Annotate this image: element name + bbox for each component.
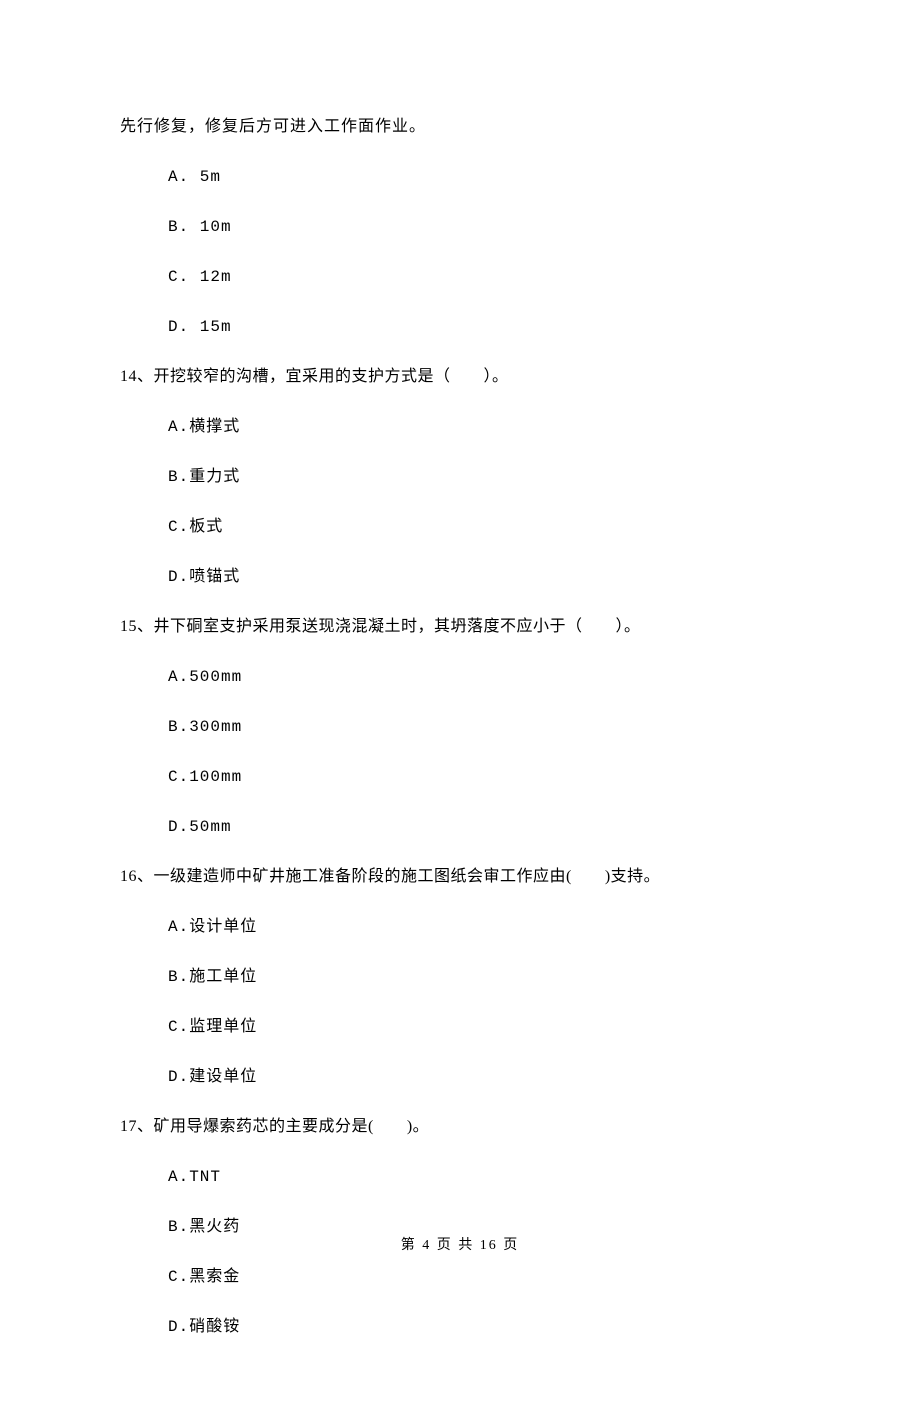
q15-option-b: B.300mm [168, 715, 800, 739]
q16-option-d: D.建设单位 [168, 1065, 800, 1089]
q15-option-c: C.100mm [168, 765, 800, 789]
document-page: 先行修复，修复后方可进入工作面作业。 A. 5m B. 10m C. 12m D… [0, 0, 920, 1425]
q17-option-c: C.黑索金 [168, 1265, 800, 1289]
q14-option-d: D.喷锚式 [168, 565, 800, 589]
q15-option-a: A.500mm [168, 665, 800, 689]
q13-option-a: A. 5m [168, 165, 800, 189]
q17-option-a: A.TNT [168, 1165, 800, 1189]
q15-text: 15、井下硐室支护采用泵送现浇混凝土时，其坍落度不应小于（ ）。 [120, 615, 800, 639]
q16-option-a: A.设计单位 [168, 915, 800, 939]
q13-carryover-text: 先行修复，修复后方可进入工作面作业。 [120, 115, 800, 139]
q16-option-c: C.监理单位 [168, 1015, 800, 1039]
page-footer: 第 4 页 共 16 页 [0, 1235, 920, 1256]
q16-text: 16、一级建造师中矿井施工准备阶段的施工图纸会审工作应由( )支持。 [120, 865, 800, 889]
q13-option-d: D. 15m [168, 315, 800, 339]
q14-option-b: B.重力式 [168, 465, 800, 489]
q14-text: 14、开挖较窄的沟槽，宜采用的支护方式是（ ）。 [120, 365, 800, 389]
q17-text: 17、矿用导爆索药芯的主要成分是( )。 [120, 1115, 800, 1139]
q14-option-c: C.板式 [168, 515, 800, 539]
q16-option-b: B.施工单位 [168, 965, 800, 989]
q17-option-d: D.硝酸铵 [168, 1315, 800, 1339]
q13-option-b: B. 10m [168, 215, 800, 239]
q14-option-a: A.横撑式 [168, 415, 800, 439]
q15-option-d: D.50mm [168, 815, 800, 839]
q13-option-c: C. 12m [168, 265, 800, 289]
